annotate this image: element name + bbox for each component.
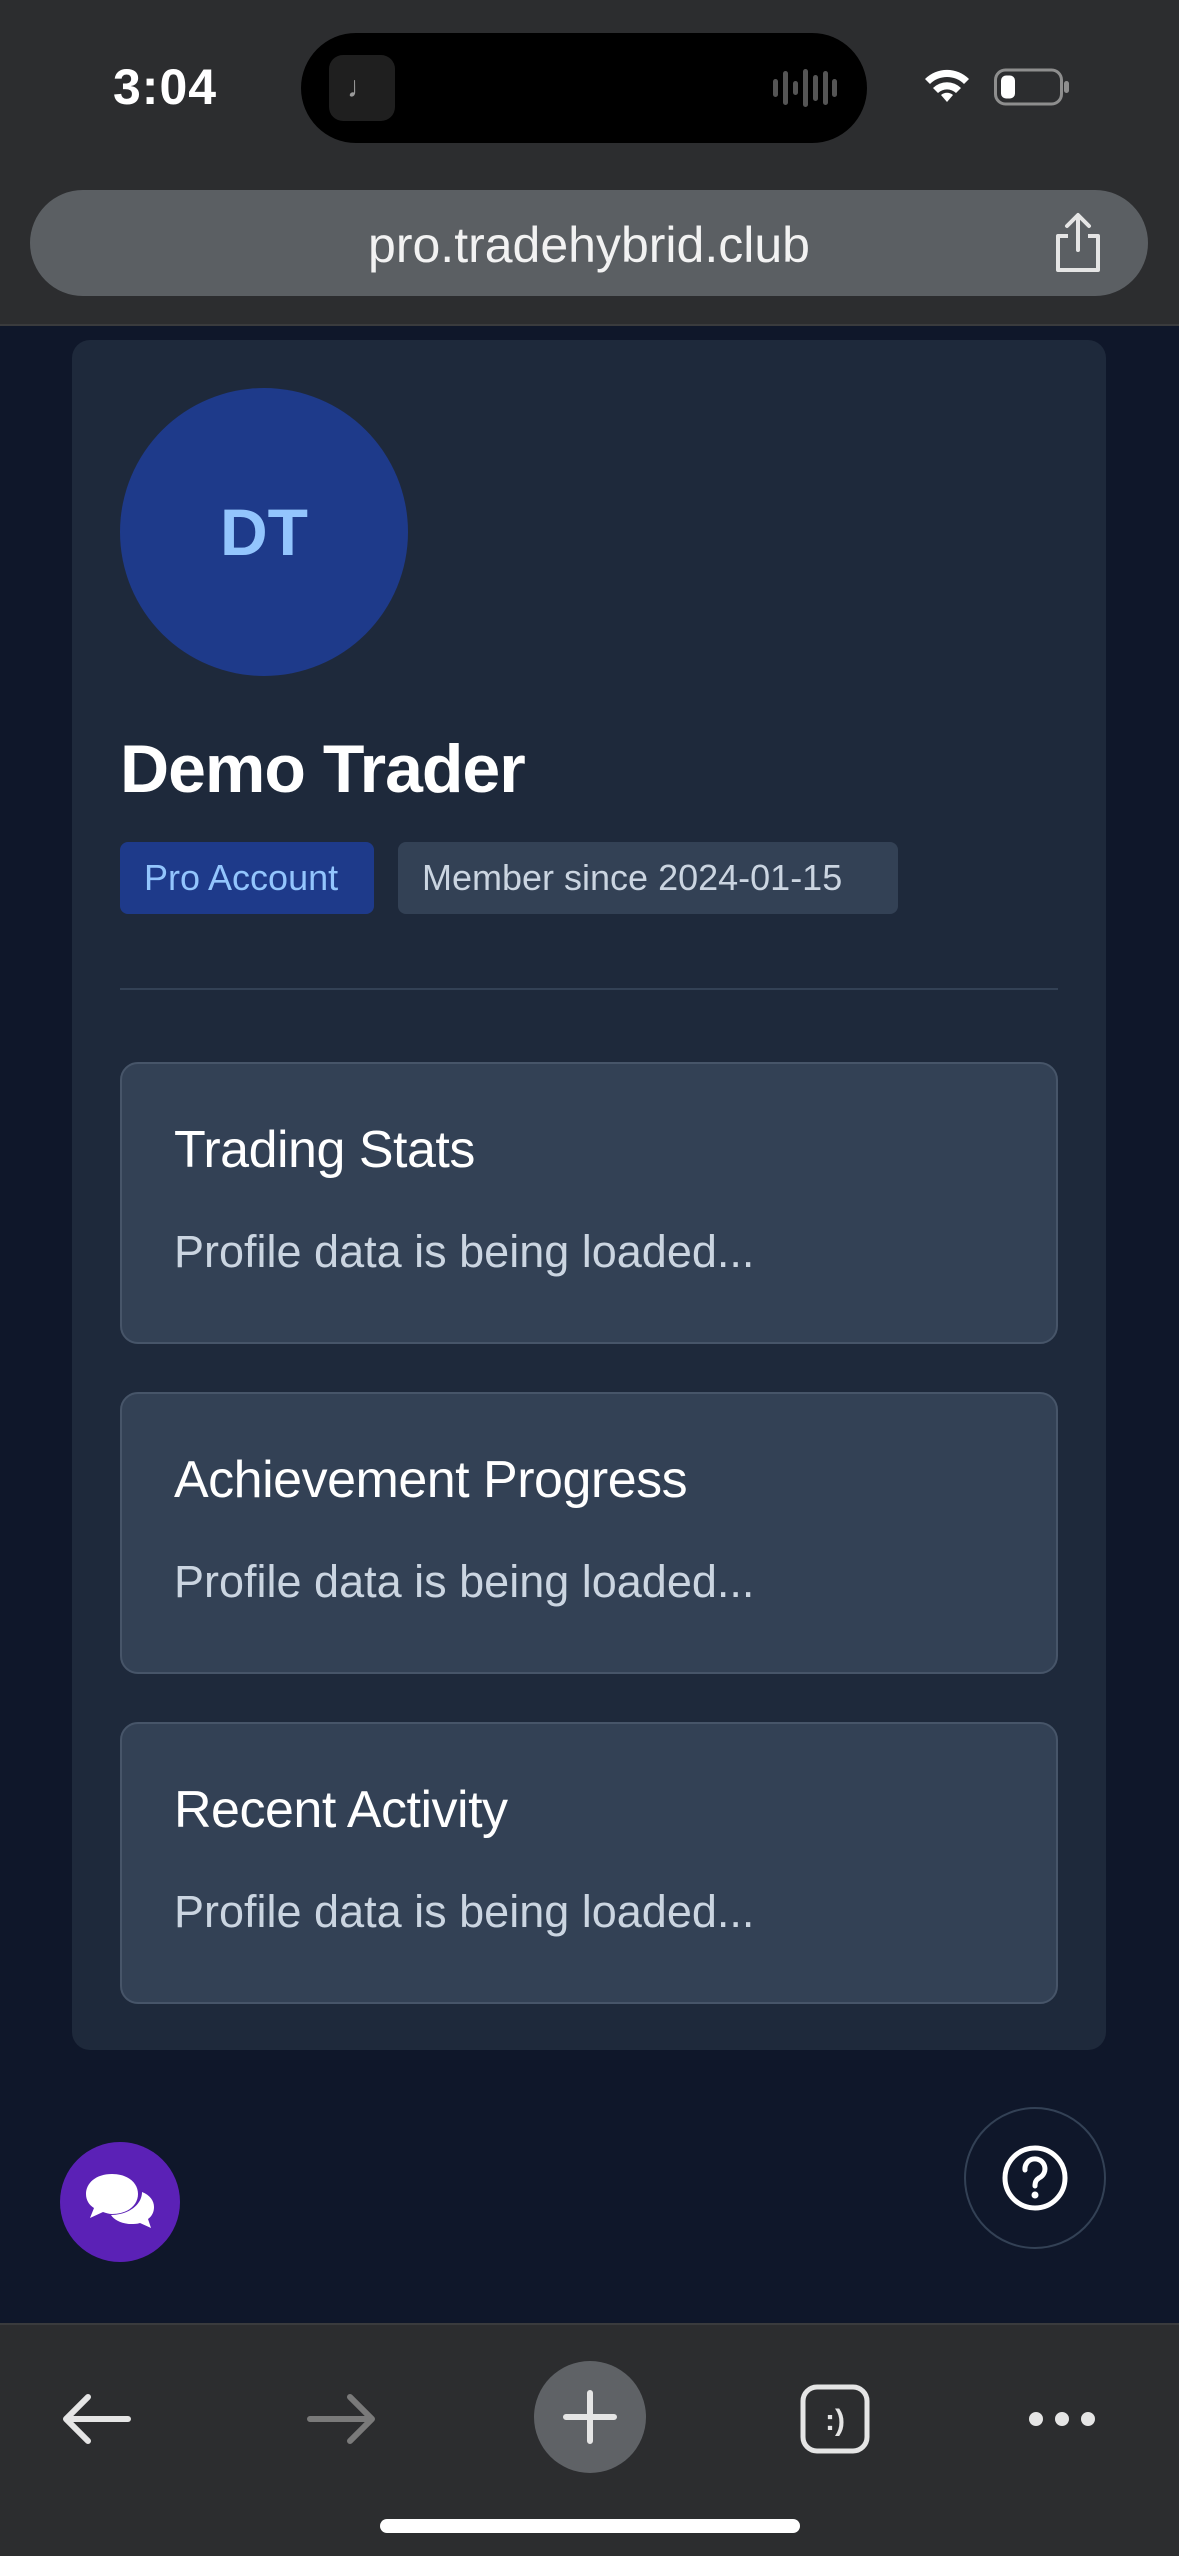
section-loading-text: Profile data is being loaded... <box>174 1886 755 1937</box>
tabs-button[interactable]: :) <box>785 2375 885 2463</box>
music-app-icon: ♩ <box>329 55 395 121</box>
section-achievement-progress: Achievement Progress Profile data is bei… <box>120 1392 1058 1674</box>
new-tab-button[interactable] <box>534 2361 646 2473</box>
more-icon <box>1029 2412 1095 2426</box>
section-title: Achievement Progress <box>174 1451 688 1509</box>
section-title: Trading Stats <box>174 1121 475 1179</box>
section-title: Recent Activity <box>174 1781 508 1839</box>
forward-button[interactable] <box>292 2375 392 2463</box>
share-icon[interactable] <box>1048 212 1108 274</box>
plus-icon <box>563 2390 617 2444</box>
address-bar[interactable]: pro.tradehybrid.club <box>30 190 1148 296</box>
back-button[interactable] <box>46 2375 146 2463</box>
browser-top-chrome: 3:04 ♩ pro.tradehybrid.club <box>0 0 1179 326</box>
forward-arrow-icon <box>307 2394 375 2444</box>
wifi-icon <box>925 69 969 102</box>
member-since-badge: Member since 2024-01-15 <box>398 842 898 914</box>
help-icon <box>1002 2145 1068 2211</box>
status-time: 3:04 <box>113 59 218 115</box>
section-trading-stats: Trading Stats Profile data is being load… <box>120 1062 1058 1344</box>
profile-name: Demo Trader <box>120 731 526 807</box>
divider <box>120 988 1058 990</box>
chat-button[interactable] <box>60 2142 180 2262</box>
section-recent-activity: Recent Activity Profile data is being lo… <box>120 1722 1058 2004</box>
home-indicator[interactable] <box>380 2519 800 2533</box>
account-type-badge: Pro Account <box>120 842 374 914</box>
more-button[interactable] <box>1012 2375 1112 2463</box>
back-arrow-icon <box>63 2394 131 2444</box>
section-loading-text: Profile data is being loaded... <box>174 1226 755 1277</box>
chat-bubbles-icon <box>86 2174 154 2228</box>
tabs-label: :) <box>825 2404 845 2437</box>
help-button[interactable] <box>964 2107 1106 2249</box>
dynamic-island: ♩ <box>301 33 867 143</box>
section-loading-text: Profile data is being loaded... <box>174 1556 755 1607</box>
tabs-icon: :) <box>800 2384 870 2454</box>
url-text: pro.tradehybrid.club <box>368 217 810 273</box>
avatar: DT <box>120 388 408 676</box>
audio-waveform-icon <box>773 69 837 107</box>
profile-card: DT Demo Trader Pro Account Member since … <box>72 340 1106 2050</box>
battery-icon <box>994 68 1069 106</box>
